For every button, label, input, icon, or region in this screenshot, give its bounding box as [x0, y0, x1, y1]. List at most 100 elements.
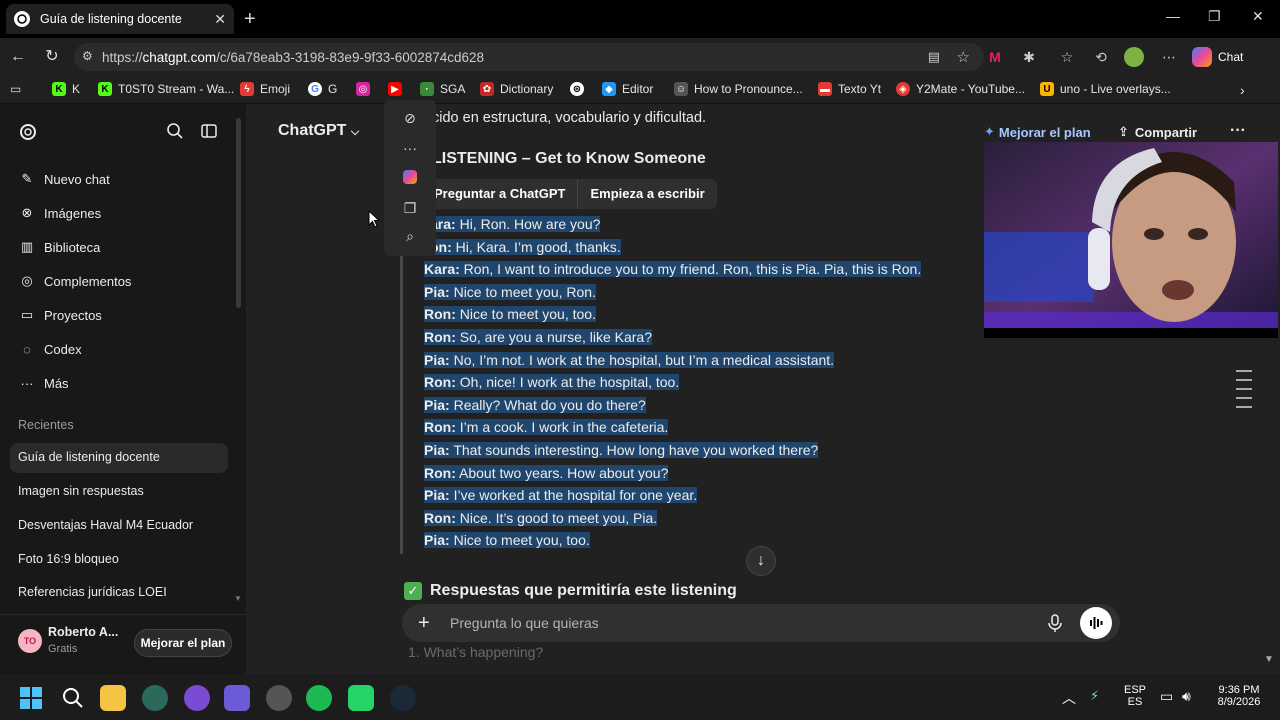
bookmarks-menu-icon[interactable]: ▭ [10, 82, 21, 96]
speaker-name: Ron: [424, 419, 456, 436]
microphone-icon[interactable] [1046, 613, 1064, 633]
sidebar-scrollbar[interactable] [236, 118, 241, 308]
bookmark-item[interactable]: ◆ Editor [602, 82, 653, 96]
recent-chat-item[interactable]: Imagen sin respuestas [18, 484, 144, 498]
more-icon[interactable]: ··· [402, 140, 418, 156]
dialogue-text: I’m a cook. I work in the cafeteria. [455, 419, 669, 436]
share-button[interactable]: ⇪ Compartir [1118, 124, 1197, 140]
close-window-icon[interactable]: ✕ [1252, 8, 1264, 25]
copilot-icon[interactable] [402, 170, 418, 186]
dialogue-line: Pia: Nice to meet you, too. [424, 532, 590, 549]
sidebar-item-proyectos[interactable]: ▭ Proyectos [18, 306, 102, 324]
recent-chat-item[interactable]: Foto 16:9 bloqueo [18, 552, 119, 566]
refresh-icon[interactable]: ↻ [42, 47, 62, 67]
bookmark-item[interactable]: ⊛ [570, 82, 590, 96]
scroll-down-arrow-icon[interactable]: ▼ [1264, 654, 1274, 665]
edge-browser-icon[interactable] [142, 685, 168, 711]
chatgpt-app-icon[interactable] [266, 685, 292, 711]
sidebar-item-nuevo-chat[interactable]: ✎ Nuevo chat [18, 170, 110, 188]
kick-icon: K [52, 82, 66, 96]
upgrade-plan-button[interactable]: Mejorar el plan [134, 629, 232, 657]
url-bar[interactable]: ⚙ https://chatgpt.com/c/6a78eab3-3198-83… [74, 43, 984, 71]
sidebar-item-complementos[interactable]: ◎ Complementos [18, 272, 131, 290]
dialogue-text: No, I’m not. I work at the hospital, but… [449, 351, 835, 368]
recent-chat-item[interactable]: Desventajas Haval M4 Ecuador [18, 518, 193, 532]
site-info-icon[interactable]: ⚙ [82, 49, 93, 63]
bookmark-item[interactable]: K T0ST0 Stream - Wa... [98, 82, 234, 96]
bookmark-item[interactable]: Uuno - Live overlays... [1040, 82, 1171, 96]
settings-more-icon[interactable]: ⋯ [1160, 48, 1178, 66]
cortana-app-icon[interactable] [184, 685, 210, 711]
search-icon[interactable]: ⌕ [402, 228, 418, 244]
ask-chatgpt-button[interactable]: Preguntar a ChatGPT [422, 179, 577, 209]
sidebar-item-imagenes[interactable]: ⊗ Imágenes [18, 204, 102, 222]
bookmark-item[interactable]: ◈ Y2Mate - YouTube... [896, 82, 1025, 96]
sidebar-item-biblioteca[interactable]: ▥ Biblioteca [18, 238, 101, 256]
reader-mode-icon[interactable]: ▤ [928, 49, 940, 65]
more-options-icon[interactable]: ··· [1230, 122, 1246, 140]
profile-avatar[interactable] [1124, 47, 1144, 67]
steam-icon[interactable] [390, 685, 416, 711]
clock[interactable]: 9:36 PM 8/9/2026 [1208, 684, 1270, 708]
whatsapp-icon[interactable] [348, 685, 374, 711]
mouse-cursor-icon [368, 210, 380, 228]
browser-tab[interactable]: Guía de listening docente ✕ [6, 4, 234, 34]
selected-text: on: Hi, Kara. I’m good, thanks. [430, 238, 621, 255]
recent-chat-item[interactable]: Referencias jurídicas LOEI [18, 585, 167, 599]
composer[interactable]: + Pregunta lo que quieras [402, 604, 1120, 642]
restore-icon[interactable]: ❐ [1208, 8, 1221, 25]
bookmark-item[interactable]: ▶ [388, 82, 408, 96]
tray-app-icon[interactable]: ⚡ [1090, 688, 1099, 704]
hide-icon[interactable]: ⊘ [402, 110, 418, 126]
model-selector[interactable]: ChatGPT ⌵ [278, 122, 359, 140]
spotify-icon[interactable] [306, 685, 332, 711]
start-writing-button[interactable]: Empieza a escribir [578, 179, 716, 209]
taskbar-search-icon[interactable] [60, 685, 86, 711]
app-diamond-icon[interactable] [224, 685, 250, 711]
recent-chat-item[interactable]: Guía de listening docente [10, 443, 228, 473]
bookmark-item[interactable]: ✿ Dictionary [480, 82, 553, 96]
voice-mode-icon[interactable] [1080, 607, 1112, 639]
new-tab-icon[interactable]: + [244, 8, 256, 31]
minimize-icon[interactable]: — [1166, 8, 1180, 24]
language-indicator[interactable]: ESP ES [1120, 684, 1150, 708]
outline-navigator[interactable] [1236, 370, 1252, 415]
tab-close-icon[interactable]: ✕ [214, 11, 226, 28]
openai-logo-icon[interactable] [18, 122, 38, 142]
bookmark-item[interactable]: ▬ Texto Yt [818, 82, 881, 96]
copilot-icon [1192, 47, 1212, 67]
copy-icon[interactable]: ❐ [402, 200, 418, 216]
bookmark-item[interactable]: KK [52, 82, 80, 96]
network-icon[interactable]: ▭ [1160, 688, 1173, 705]
bookmark-item[interactable]: GG [308, 82, 337, 96]
bookmark-item[interactable]: ◎ [356, 82, 376, 96]
back-icon[interactable]: ← [8, 47, 28, 67]
toggle-sidebar-icon[interactable] [200, 122, 218, 140]
file-explorer-icon[interactable] [100, 685, 126, 711]
extension-m-icon[interactable]: M [986, 48, 1004, 66]
favorites-icon[interactable]: ☆ [1058, 48, 1076, 66]
favorite-star-icon[interactable]: ☆ [957, 48, 970, 66]
user-panel[interactable]: TO Roberto A... Gratis Mejorar el plan [0, 614, 246, 674]
extensions-icon[interactable]: ✱ [1020, 48, 1038, 66]
volume-icon[interactable]: 🔊︎ [1182, 688, 1191, 705]
history-icon[interactable]: ⟲ [1092, 48, 1110, 66]
sidebar-scroll-arrow-icon[interactable]: ▼ [234, 594, 242, 603]
tray-expand-icon[interactable]: ︿ [1062, 688, 1076, 708]
bookmark-item[interactable]: ☺ How to Pronounce... [674, 82, 803, 96]
windows-start-icon[interactable] [18, 685, 44, 711]
message-input[interactable]: Pregunta lo que quieras [450, 615, 599, 631]
upgrade-plan-link[interactable]: ✦ Mejorar el plan [984, 124, 1091, 140]
dialogue-line: Pia: No, I’m not. I work at the hospital… [424, 351, 835, 368]
bookmark-item[interactable]: · SGA [420, 82, 465, 96]
sidebar-item-mas[interactable]: ··· Más [18, 374, 69, 392]
bolt-icon: ϟ [240, 82, 254, 96]
bookmark-item[interactable]: ϟ Emoji [240, 82, 290, 96]
add-attachment-icon[interactable]: + [418, 612, 430, 634]
selected-text: Pia: Really? What do you do there? [424, 396, 646, 413]
sidebar-item-codex[interactable]: ◌ Codex [18, 340, 81, 358]
search-icon[interactable] [166, 122, 184, 140]
copilot-chat-button[interactable]: Chat [1192, 47, 1243, 67]
scroll-down-button[interactable]: ↓ [746, 546, 776, 576]
bookmarks-more-icon[interactable]: › [1240, 82, 1245, 98]
